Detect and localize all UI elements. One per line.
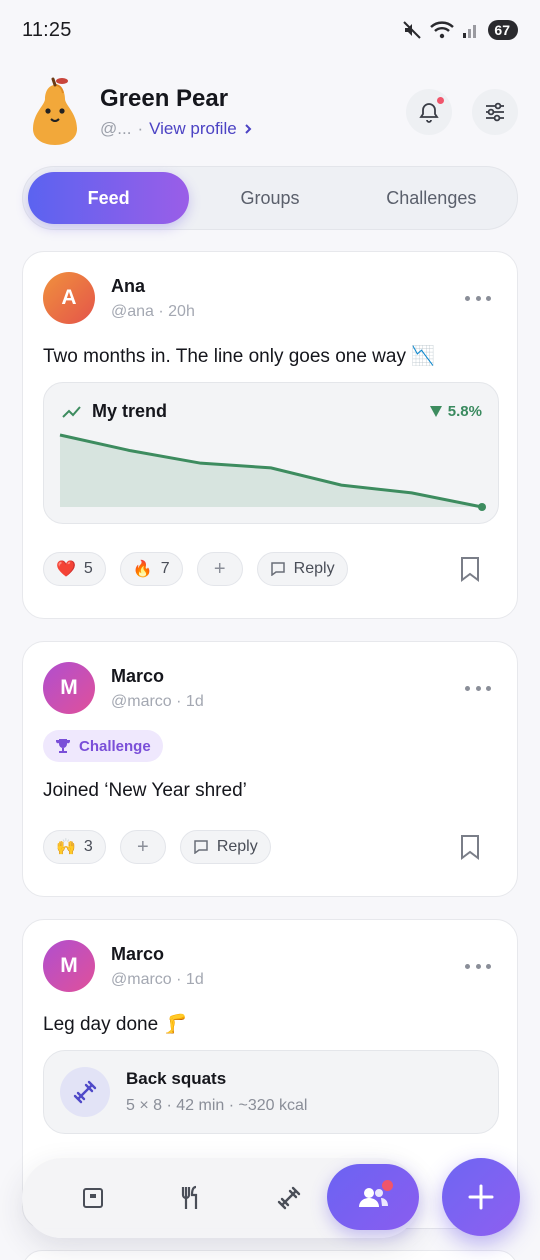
post-meta: @marco · 1d [111,970,204,988]
view-profile-link[interactable]: View profile [149,119,237,139]
notifications-button[interactable] [406,89,452,135]
nav-community[interactable] [327,1164,419,1230]
plus-icon: + [213,557,226,580]
plus-icon: + [136,835,149,858]
post-header: M Marco @marco · 1d [43,940,204,992]
trend-area [60,435,482,507]
nav-workout[interactable] [240,1166,338,1230]
profile-name: Green Pear [100,85,229,112]
post-actions: 🙌 3 + Reply [43,830,271,864]
post-user-info: Ana @ana · 20h [111,276,195,321]
profile-handle: @... [100,119,132,138]
comment-icon [270,562,285,576]
post-user-info: Marco @marco · 1d [111,666,204,711]
reaction-raised-hands[interactable]: 🙌 3 [43,830,106,864]
food-icon [181,1185,198,1209]
mute-icon [403,21,422,39]
nav-food[interactable] [142,1166,240,1230]
filters-button[interactable] [472,89,518,135]
battery-level: 67 [494,22,510,38]
post-text: Leg day done 🦵 [43,1014,188,1035]
tab-feed[interactable]: Feed [28,172,190,224]
reaction-heart[interactable]: ❤️ 5 [43,552,106,586]
pear-avatar[interactable] [24,77,86,147]
create-post-button[interactable] [442,1158,520,1236]
reaction-fire[interactable]: 🔥 7 [119,552,183,586]
header-actions [406,89,518,135]
trophy-icon [55,739,71,753]
profile-header: Green Pear @... · View profile [22,76,518,148]
workout-summary[interactable]: Back squats 5 × 8 · 42 min · ~320 kcal [43,1050,499,1134]
diary-icon [83,1188,103,1208]
post-user-info: Marco @marco · 1d [111,944,204,989]
chevron-right-icon [244,124,252,134]
comment-icon [194,840,208,854]
reaction-count: 3 [83,838,93,855]
signal-icon [463,25,477,38]
avatar[interactable]: M [43,940,95,992]
reaction-count: 7 [160,560,170,577]
tab-challenges[interactable]: Challenges [351,172,512,224]
post-card-partial [22,1250,518,1260]
more-options-button[interactable] [465,956,491,976]
status-time: 11:25 [22,18,72,41]
workout-title: Back squats [126,1069,227,1088]
dumbbell-icon [73,1080,97,1104]
workout-detail: 5 × 8 · 42 min · ~320 kcal [126,1097,308,1114]
notification-dot [435,95,446,106]
reply-label: Reply [216,838,258,855]
post-text: Joined ‘New Year shred’ [43,780,247,801]
fire-emoji: 🔥 [132,561,153,578]
post-text: Two months in. The line only goes one wa… [43,346,435,367]
bottom-nav [22,1158,420,1238]
heart-emoji: ❤️ [56,561,76,578]
more-options-button[interactable] [465,288,491,308]
avatar[interactable]: M [43,662,95,714]
reply-button[interactable]: Reply [179,830,271,864]
post-meta: @ana · 20h [111,302,195,320]
nav-diary[interactable] [44,1166,142,1230]
bookmark-icon[interactable] [459,556,481,582]
trend-chart-card: My trend 5.8% [43,382,499,524]
post-author[interactable]: Marco [111,666,204,687]
status-bar: 11:25 67 [0,0,540,60]
challenge-badge-label: Challenge [79,737,151,755]
post-header: A Ana @ana · 20h [43,272,195,324]
separator-dot: · [137,119,144,138]
post-author[interactable]: Marco [111,944,204,965]
wifi-icon [430,21,455,39]
profile-text: Green Pear @... · View profile [100,85,253,139]
reply-button[interactable]: Reply [256,552,348,586]
avatar[interactable]: A [43,272,95,324]
profile-subline: @... · View profile [100,119,253,139]
plus-icon [468,1184,494,1210]
raised-hands-emoji: 🙌 [56,839,76,856]
post-header: M Marco @marco · 1d [43,662,204,714]
more-options-button[interactable] [465,678,491,698]
reply-label: Reply [293,560,335,577]
add-reaction-button[interactable]: + [196,552,243,586]
trend-chart [59,433,486,511]
post-author[interactable]: Ana [111,276,195,297]
tab-groups[interactable]: Groups [189,172,350,224]
workout-icon [277,1186,301,1210]
post-card: A Ana @ana · 20h Two months in. The line… [22,251,518,619]
bookmark-icon[interactable] [459,834,481,860]
reaction-count: 5 [83,560,93,577]
sliders-icon [486,102,504,122]
dumbbell-icon-badge [60,1067,110,1117]
post-actions: ❤️ 5 🔥 7 + Reply [43,552,348,586]
challenge-badge: Challenge [43,730,163,762]
add-reaction-button[interactable]: + [119,830,166,864]
battery-indicator: 67 [488,20,518,40]
feed-tabs: Feed Groups Challenges [22,166,518,230]
notification-dot [382,1180,393,1191]
trend-end-point [478,503,486,511]
post-meta: @marco · 1d [111,692,204,710]
status-icons: 67 [402,20,518,40]
post-card: M Marco @marco · 1d Challenge Joined ‘Ne… [22,641,518,897]
